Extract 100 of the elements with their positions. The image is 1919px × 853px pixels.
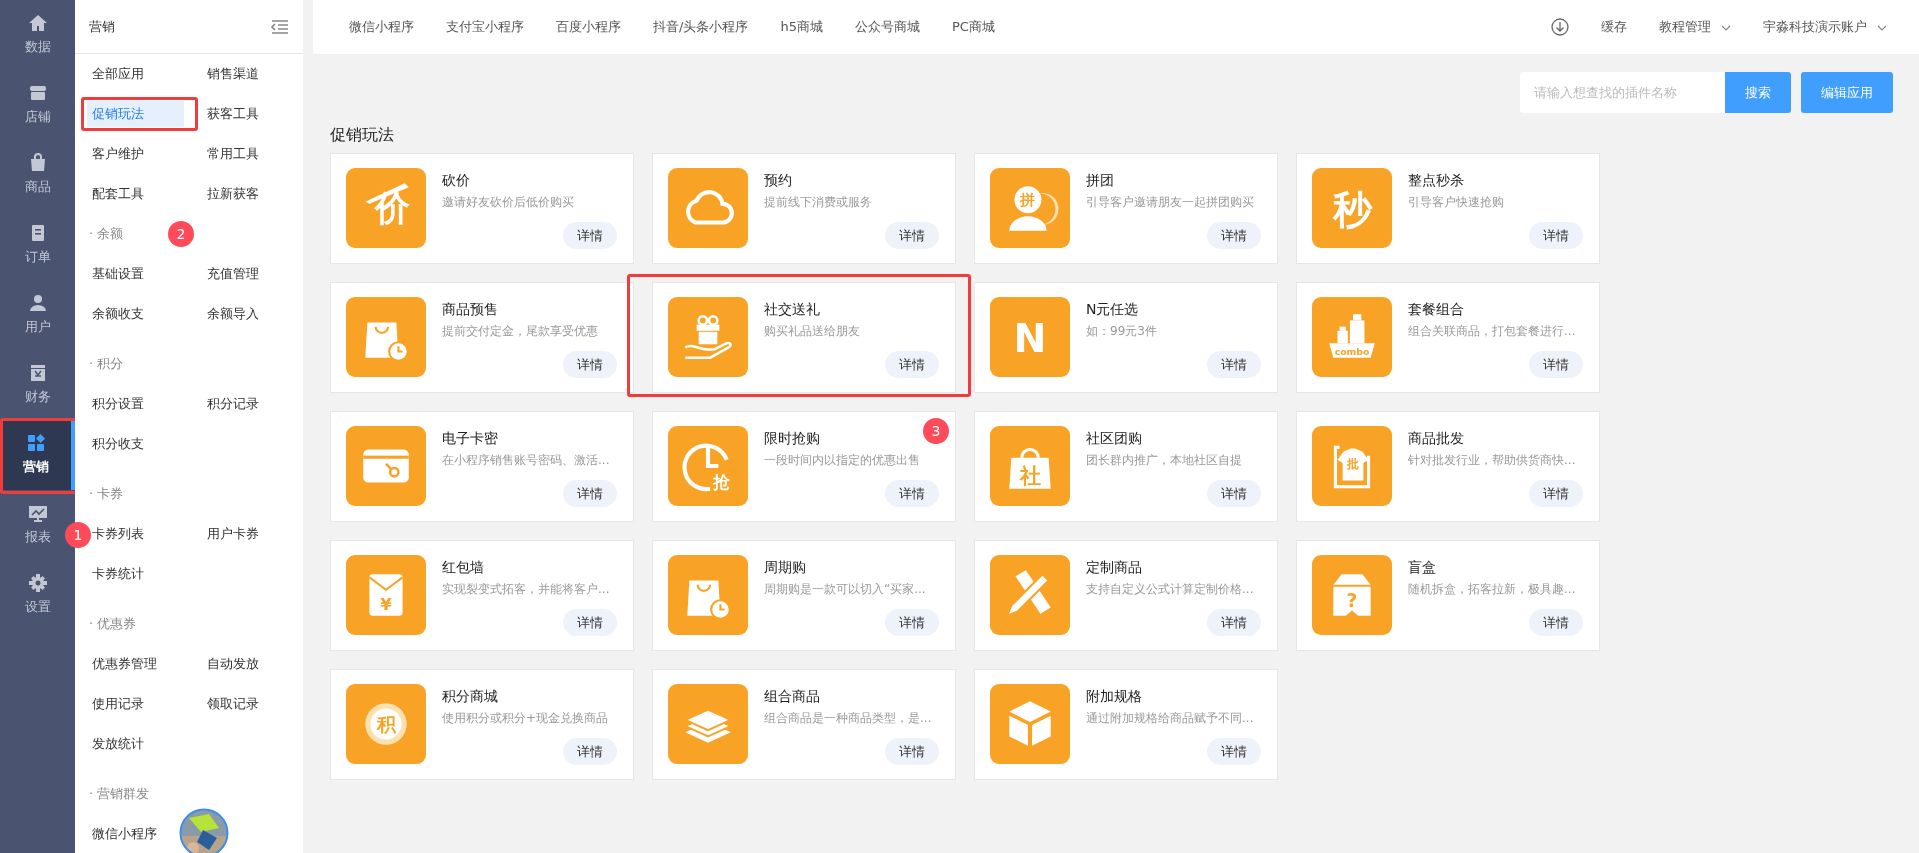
details-button[interactable]: 详情 xyxy=(563,351,617,378)
app-description: 在小程序销售账号密码、激活... xyxy=(442,452,610,469)
details-button[interactable]: 详情 xyxy=(1529,222,1583,249)
menu-item[interactable]: 基础设置 xyxy=(87,261,149,287)
details-button[interactable]: 详情 xyxy=(1529,609,1583,636)
nav-item[interactable]: 设置 xyxy=(0,560,75,630)
details-button[interactable]: 详情 xyxy=(563,609,617,636)
menu-item[interactable]: 促销玩法 xyxy=(87,101,184,127)
menu-item[interactable]: 常用工具 xyxy=(202,141,264,167)
menu-item[interactable]: 发放统计 xyxy=(87,731,149,757)
platform-link[interactable]: h5商城 xyxy=(780,17,823,37)
app-description: 提前线下消费或服务 xyxy=(764,194,872,211)
platform-link[interactable]: 微信小程序 xyxy=(349,17,414,37)
app-title: 红包墙 xyxy=(442,558,484,577)
platform-link[interactable]: 抖音/头条小程序 xyxy=(653,17,749,37)
nav-item[interactable]: 数据 xyxy=(0,0,75,70)
tutorial-dropdown[interactable]: 教程管理 xyxy=(1659,17,1731,37)
menu-item[interactable]: 余额导入 xyxy=(202,301,264,327)
menu-item[interactable]: 优惠券管理 xyxy=(87,651,162,677)
nav-item[interactable]: 用户 xyxy=(0,280,75,350)
app-description: 提前交付定金，尾款享受优惠 xyxy=(442,323,598,340)
section-heading: · 优惠券 xyxy=(89,615,137,634)
app-title: 整点秒杀 xyxy=(1408,171,1464,190)
cache-link[interactable]: 缓存 xyxy=(1601,17,1627,37)
details-button[interactable]: 详情 xyxy=(563,222,617,249)
app-description: 实现裂变式拓客，并能将客户... xyxy=(442,581,610,598)
details-button[interactable]: 详情 xyxy=(563,480,617,507)
menu-item[interactable]: 领取记录 xyxy=(202,691,264,717)
nav-item[interactable]: 商品 xyxy=(0,140,75,210)
details-button[interactable]: 详情 xyxy=(1207,480,1261,507)
app-description: 购买礼品送给朋友 xyxy=(764,323,860,340)
details-button[interactable]: 详情 xyxy=(885,609,939,636)
menu-item[interactable]: 微信小程序 xyxy=(87,821,162,847)
menu-item[interactable]: 销售渠道 xyxy=(202,61,264,87)
menu-item[interactable]: 全部应用 xyxy=(87,61,149,87)
menu-item[interactable]: 余额收支 xyxy=(87,301,149,327)
user-icon xyxy=(27,293,48,314)
app-title: 定制商品 xyxy=(1086,558,1142,577)
platform-link[interactable]: PC商城 xyxy=(951,17,995,37)
section-heading: · 积分 xyxy=(89,355,124,374)
app-description: 通过附加规格给商品赋予不同... xyxy=(1086,710,1254,727)
details-button[interactable]: 详情 xyxy=(1207,351,1261,378)
app-title: 盲盒 xyxy=(1408,558,1436,577)
details-button[interactable]: 详情 xyxy=(885,738,939,765)
details-button[interactable]: 详情 xyxy=(1529,351,1583,378)
step-marker: 3 xyxy=(923,418,949,444)
menu-item[interactable]: 自动发放 xyxy=(202,651,264,677)
details-button[interactable]: 详情 xyxy=(1207,222,1261,249)
details-button[interactable]: 详情 xyxy=(1207,609,1261,636)
menu-item[interactable]: 配套工具 xyxy=(87,181,149,207)
menu-item[interactable]: 积分记录 xyxy=(202,391,264,417)
app-description: 引导客户邀请朋友一起拼团购买 xyxy=(1086,194,1254,211)
app-description: 使用积分或积分+现金兑换商品 xyxy=(442,710,609,727)
nav-item[interactable]: 财务 xyxy=(0,350,75,420)
platform-link[interactable]: 百度小程序 xyxy=(556,17,621,37)
app-description: 支持自定义公式计算定制价格... xyxy=(1086,581,1254,598)
details-button[interactable]: 详情 xyxy=(1529,480,1583,507)
menu-item[interactable]: 拉新获客 xyxy=(202,181,264,207)
details-button[interactable]: 详情 xyxy=(885,351,939,378)
app-title: 拼团 xyxy=(1086,171,1114,190)
app-title: 社交送礼 xyxy=(764,300,820,319)
panel-title: 营销 xyxy=(89,17,115,36)
app-title: 商品批发 xyxy=(1408,429,1464,448)
menu-item[interactable]: 积分收支 xyxy=(87,431,149,457)
account-dropdown[interactable]: 宇淼科技演示账户 xyxy=(1763,17,1887,37)
nav-item[interactable]: 订单 xyxy=(0,210,75,280)
menu-item[interactable]: 积分设置 xyxy=(87,391,149,417)
app-title: 砍价 xyxy=(442,171,470,190)
app-description: 组合商品是一种商品类型，是... xyxy=(764,710,932,727)
letter-icon: N xyxy=(1001,308,1059,366)
caret-icon xyxy=(1721,23,1731,32)
app-title: 电子卡密 xyxy=(442,429,498,448)
app-description: 如：99元3件 xyxy=(1086,323,1157,340)
download-icon[interactable] xyxy=(1551,18,1569,36)
gear-icon xyxy=(27,573,48,594)
details-button[interactable]: 详情 xyxy=(885,480,939,507)
section-heading: · 卡券 xyxy=(89,485,124,504)
menu-item[interactable]: 用户卡券 xyxy=(202,521,264,547)
menu-item[interactable]: 卡券统计 xyxy=(87,561,149,587)
app-description: 组合关联商品，打包套餐进行... xyxy=(1408,323,1576,340)
menu-item[interactable]: 充值管理 xyxy=(202,261,264,287)
platform-link[interactable]: 公众号商城 xyxy=(854,17,920,37)
details-button[interactable]: 详情 xyxy=(885,222,939,249)
platform-link[interactable]: 支付宝小程序 xyxy=(446,17,524,37)
search-field[interactable]: 请输入想查找的插件名称 xyxy=(1520,72,1725,113)
details-button[interactable]: 详情 xyxy=(1207,738,1261,765)
chart-icon xyxy=(27,503,48,524)
menu-item[interactable]: 客户维护 xyxy=(87,141,149,167)
app-description: 邀请好友砍价后低价购买 xyxy=(442,194,574,211)
app-description: 一段时间内以指定的优惠出售 xyxy=(764,452,920,469)
app-description: 团长群内推广，本地社区自提 xyxy=(1086,452,1242,469)
menu-item[interactable]: 获客工具 xyxy=(202,101,264,127)
home-icon xyxy=(27,13,48,34)
section-heading: · 营销群发 xyxy=(89,785,150,804)
details-button[interactable]: 详情 xyxy=(563,738,617,765)
menu-item[interactable]: 使用记录 xyxy=(87,691,149,717)
section-heading: · 余额 xyxy=(89,225,124,244)
nav-item[interactable]: 店铺 xyxy=(0,70,75,140)
app-title: 附加规格 xyxy=(1086,687,1142,706)
letter-icon: 秒 xyxy=(1323,179,1381,237)
